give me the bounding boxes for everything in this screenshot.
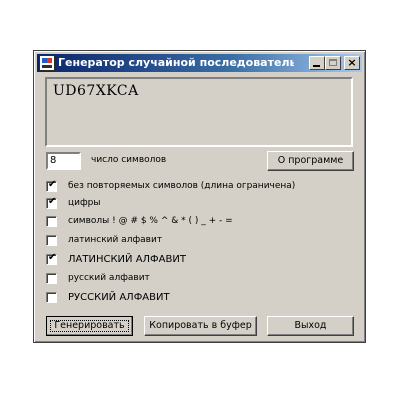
exit-button[interactable]: Выход [267,316,354,336]
russian-upper-checkbox[interactable] [46,292,57,303]
symbol-count-input[interactable]: 8 [46,152,81,170]
minimize-icon [313,65,320,67]
window-title: Генератор случайной последовательности [58,56,294,69]
digits-label: цифры [68,198,101,208]
check-icon: ✔ [48,179,57,190]
latin-upper-checkbox[interactable]: ✔ [46,252,57,265]
close-button[interactable]: × [344,56,360,70]
minimize-button[interactable] [309,56,325,70]
copy-to-clipboard-button[interactable]: Копировать в буфер [144,316,257,336]
check-icon: ✔ [48,196,57,207]
symbol-count-label: число символов [91,155,167,165]
about-button[interactable]: О программе [267,151,354,171]
symbols-label: символы ! @ # $ % ^ & * ( ) _ + - = [68,216,233,226]
latin-upper-label: ЛАТИНСКИЙ АЛФАВИТ [68,254,186,265]
latin-lower-checkbox[interactable] [46,235,57,246]
no-repeat-checkbox[interactable]: ✔ [46,179,57,192]
generate-button[interactable]: Генерировать [46,316,133,336]
close-icon: × [347,56,357,69]
russian-lower-checkbox[interactable] [46,273,57,284]
generator-window: Генератор случайной последовательности ×… [33,50,366,343]
no-repeat-label: без повторяемых символов (длина ограниче… [68,181,296,191]
latin-lower-label: латинский алфавит [68,235,163,245]
app-icon[interactable] [39,55,55,71]
check-icon: ✔ [48,252,57,263]
digits-checkbox[interactable]: ✔ [46,196,57,209]
title-bar[interactable]: Генератор случайной последовательности × [37,54,362,72]
focus-rectangle [50,320,129,332]
russian-lower-label: русский алфавит [68,273,150,283]
maximize-icon [329,59,337,66]
generated-sequence-output[interactable]: UD67XKCA [45,77,353,147]
symbols-checkbox[interactable] [46,216,57,227]
russian-upper-label: РУССКИЙ АЛФАВИТ [68,292,170,303]
maximize-button[interactable] [325,56,341,70]
